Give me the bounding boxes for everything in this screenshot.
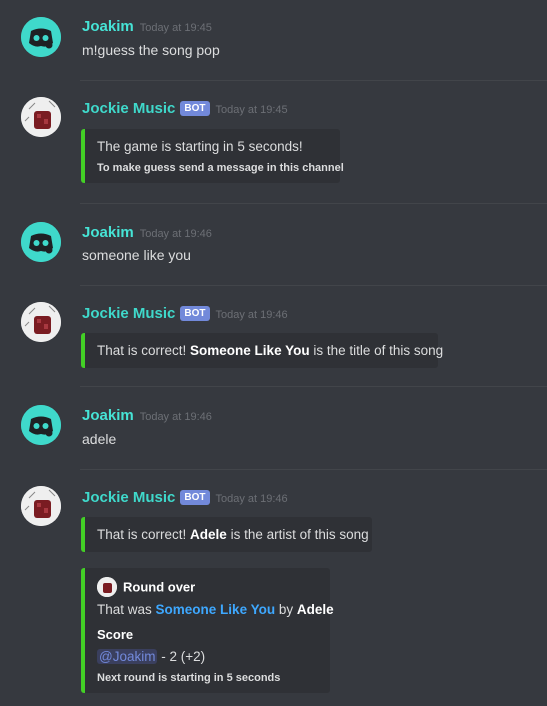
embed-description: That is correct! Adele is the artist of … [97, 527, 369, 542]
embed-text: is the title of this song [313, 343, 444, 358]
timestamp: Today at 19:45 [139, 22, 212, 34]
message-divider [80, 469, 547, 470]
embed-text: That was [97, 602, 152, 617]
embed-text: by [278, 602, 294, 617]
message-text: m!guess the song pop [82, 42, 220, 58]
bot-badge: BOT [180, 490, 210, 505]
timestamp: Today at 19:46 [139, 411, 212, 423]
author-name[interactable]: Joakim [82, 407, 134, 424]
user-mention[interactable]: @Joakim [97, 649, 158, 664]
bot-badge: BOT [180, 101, 210, 116]
bot-avatar-icon[interactable] [21, 302, 61, 342]
message-divider [80, 80, 547, 81]
embed: That is correct! Someone Like You is the… [81, 333, 443, 368]
embed-text: That is correct! [97, 527, 187, 542]
embed-author: Round over [97, 577, 195, 597]
bot-avatar-icon [97, 577, 117, 597]
bot-badge: BOT [180, 306, 210, 321]
author-name[interactable]: Jockie Music [82, 100, 175, 117]
discord-logo-icon[interactable] [21, 222, 61, 262]
bot-avatar-icon[interactable] [21, 486, 61, 526]
bot-avatar-icon[interactable] [21, 97, 61, 137]
message-divider [80, 203, 547, 204]
song-link[interactable]: Someone Like You [156, 602, 276, 617]
embed-author-name: Round over [123, 579, 196, 595]
message-text: someone like you [82, 247, 191, 263]
embed-field-name: Score [97, 627, 134, 642]
embed-description: That is correct! Someone Like You is the… [97, 343, 443, 358]
timestamp: Today at 19:46 [215, 309, 288, 321]
message-text: adele [82, 431, 117, 447]
embed: The game is starting in 5 seconds! To ma… [81, 129, 344, 183]
author-name[interactable]: Joakim [82, 18, 134, 35]
embed: That is correct! Adele is the artist of … [81, 517, 372, 552]
message-divider [80, 285, 547, 286]
artist-name: Adele [190, 527, 227, 542]
author-name[interactable]: Jockie Music [82, 305, 175, 322]
embed-text: That is correct! [97, 343, 187, 358]
discord-logo-icon[interactable] [21, 17, 61, 57]
timestamp: Today at 19:46 [215, 493, 288, 505]
message-divider [80, 386, 547, 387]
author-name[interactable]: Jockie Music [82, 489, 175, 506]
timestamp: Today at 19:46 [139, 228, 212, 240]
score-value: - 2 (+2) [161, 649, 206, 664]
author-name[interactable]: Joakim [82, 224, 134, 241]
chat-messages: Joakim Today at 19:45 m!guess the song p… [0, 0, 547, 706]
embed-footer: To make guess send a message in this cha… [97, 162, 344, 174]
embed-round-over: Round over That was Someone Like You by … [81, 568, 334, 693]
embed-footer: Next round is starting in 5 seconds [97, 672, 281, 684]
embed-description: That was Someone Like You by Adele [97, 602, 334, 617]
embed-field-value: @Joakim - 2 (+2) [97, 649, 205, 664]
discord-logo-icon[interactable] [21, 405, 61, 445]
embed-description: The game is starting in 5 seconds! [97, 139, 303, 154]
embed-text: is the artist of this song [230, 527, 369, 542]
song-title: Someone Like You [190, 343, 310, 358]
artist-name: Adele [296, 602, 334, 617]
timestamp: Today at 19:45 [215, 104, 288, 116]
